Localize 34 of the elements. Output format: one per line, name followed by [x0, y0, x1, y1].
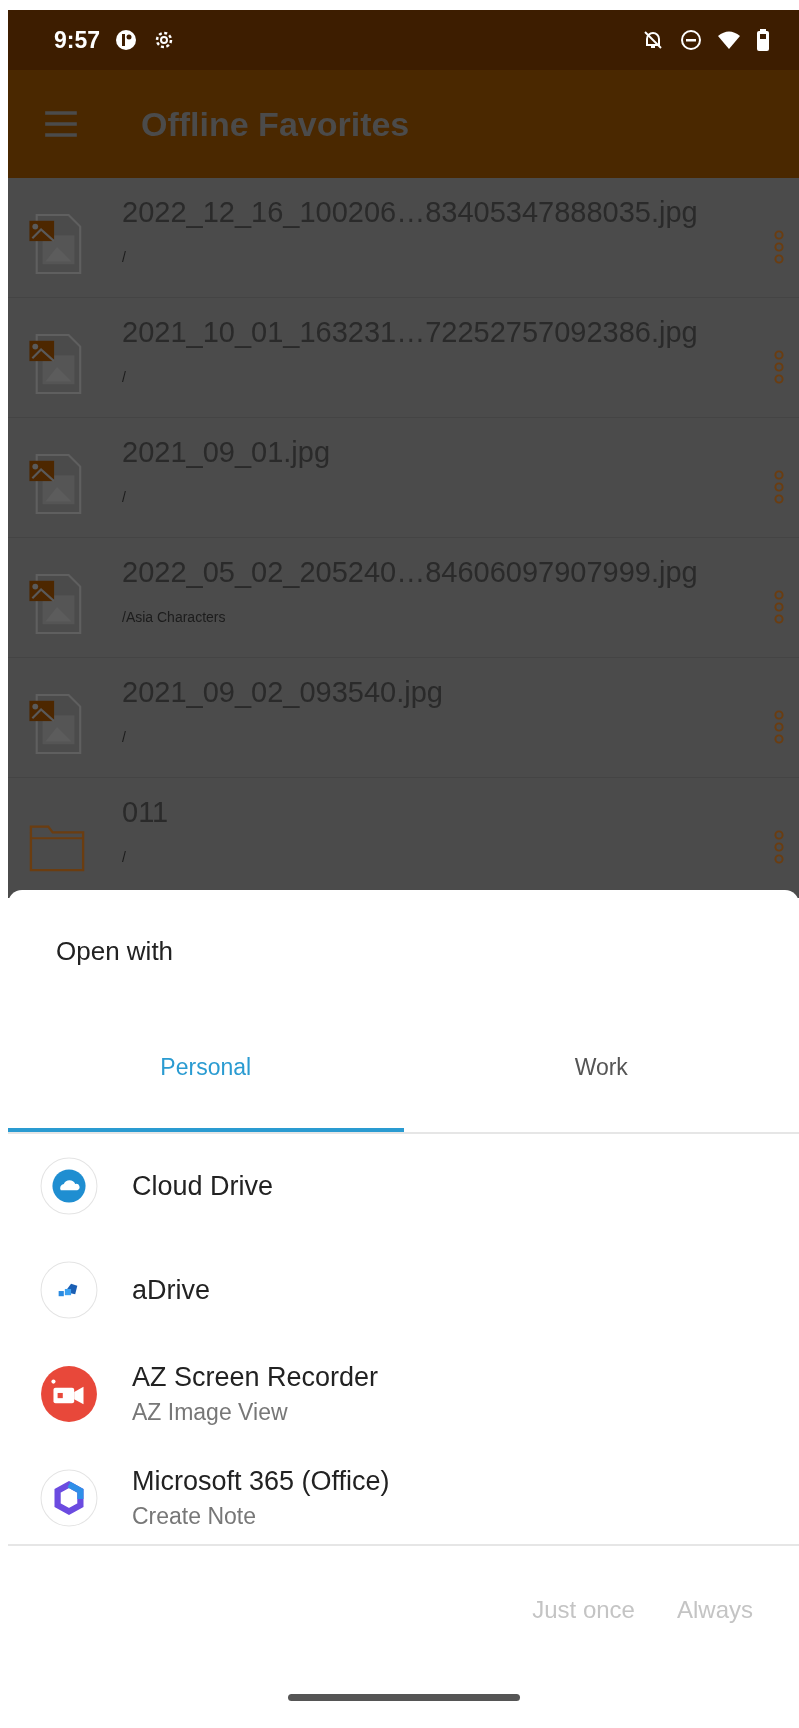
- app-name: Microsoft 365 (Office): [132, 1466, 390, 1497]
- cloud-app-icon: [40, 1157, 98, 1215]
- more-options-icon[interactable]: [773, 468, 785, 506]
- app-option[interactable]: AZ Screen Recorder AZ Image View: [8, 1342, 799, 1446]
- app-circle-icon: [114, 28, 139, 52]
- file-path: /: [122, 369, 127, 385]
- more-options-icon[interactable]: [773, 588, 785, 626]
- sheet-title: Open with: [55, 935, 175, 968]
- profile-tab[interactable]: Work: [403, 1006, 799, 1132]
- more-options-icon[interactable]: [773, 348, 785, 386]
- app-activity: Create Note: [132, 1503, 257, 1530]
- do-not-disturb-icon: [679, 28, 703, 52]
- app-name: Cloud Drive: [132, 1170, 274, 1202]
- gesture-handle[interactable]: [287, 1693, 520, 1701]
- file-path: /: [122, 849, 127, 865]
- file-path: /: [122, 249, 127, 265]
- file-path: /: [122, 729, 127, 745]
- app-activity: AZ Image View: [132, 1399, 289, 1426]
- video-camera-app-icon: [40, 1365, 98, 1423]
- status-time: 9:57: [54, 26, 101, 54]
- profile-tab[interactable]: Personal: [8, 1006, 404, 1132]
- app-option[interactable]: aDrive: [8, 1238, 799, 1342]
- more-options-icon[interactable]: [773, 708, 785, 746]
- more-options-icon[interactable]: [773, 828, 785, 866]
- app-option[interactable]: Microsoft 365 (Office) Create Note: [8, 1446, 799, 1544]
- office-app-icon: [40, 1469, 98, 1527]
- more-options-icon[interactable]: [773, 228, 785, 266]
- app-option[interactable]: Cloud Drive: [8, 1134, 799, 1238]
- adrive-app-icon: [40, 1261, 98, 1319]
- file-path: /: [122, 489, 127, 505]
- battery-icon: [755, 28, 771, 52]
- app-title: Offline Favorites: [141, 104, 410, 144]
- app-name: AZ Screen Recorder: [132, 1362, 379, 1393]
- app-name: aDrive: [132, 1274, 211, 1306]
